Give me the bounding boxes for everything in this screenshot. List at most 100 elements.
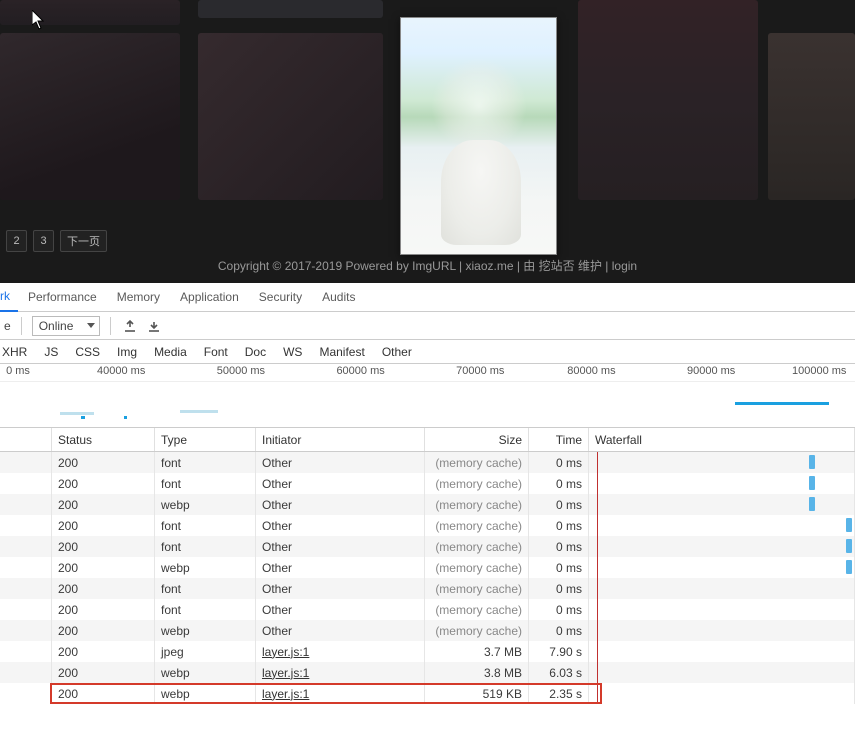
tab-application[interactable]: Application <box>170 283 249 312</box>
initiator-link[interactable]: layer.js:1 <box>262 687 309 701</box>
filter-font[interactable]: Font <box>197 344 235 360</box>
table-row[interactable]: 200jpeglayer.js:13.7 MB7.90 s <box>0 641 855 662</box>
waterfall-load-line <box>597 641 599 662</box>
waterfall-load-line <box>597 557 599 578</box>
table-row[interactable]: 200fontOther(memory cache)0 ms <box>0 452 855 473</box>
initiator-text: Other <box>262 519 292 533</box>
cell-name <box>0 536 52 557</box>
cell-waterfall <box>589 578 855 599</box>
cell-type: font <box>155 536 256 557</box>
table-row[interactable]: 200webpOther(memory cache)0 ms <box>0 557 855 578</box>
table-row[interactable]: 200webplayer.js:1519 KB2.35 s <box>0 683 855 704</box>
cell-type: webp <box>155 557 256 578</box>
waterfall-load-line <box>597 578 599 599</box>
timeline-tick: 80000 ms <box>567 365 615 377</box>
timeline-segment <box>180 410 218 413</box>
cell-time: 0 ms <box>529 620 589 641</box>
filter-js[interactable]: JS <box>37 344 65 360</box>
filter-ws[interactable]: WS <box>276 344 309 360</box>
table-row[interactable]: 200webpOther(memory cache)0 ms <box>0 494 855 515</box>
col-status[interactable]: Status <box>52 428 155 451</box>
filter-doc[interactable]: Doc <box>238 344 273 360</box>
cell-initiator: Other <box>256 557 425 578</box>
waterfall-bar <box>809 497 815 511</box>
tab-network[interactable]: rk <box>0 283 18 312</box>
cell-name <box>0 620 52 641</box>
col-waterfall[interactable]: Waterfall <box>589 428 855 451</box>
export-har-button[interactable] <box>145 317 163 335</box>
image-preview-overlay[interactable] <box>400 17 557 255</box>
waterfall-load-line <box>597 599 599 620</box>
waterfall-load-line <box>597 683 599 704</box>
table-row[interactable]: 200fontOther(memory cache)0 ms <box>0 473 855 494</box>
thumbnail[interactable] <box>198 0 383 18</box>
col-size[interactable]: Size <box>425 428 529 451</box>
tab-performance[interactable]: Performance <box>18 283 107 312</box>
cell-initiator: layer.js:1 <box>256 641 425 662</box>
page-content-area: 2 3 下一页 Copyright © 2017-2019 Powered by… <box>0 0 855 283</box>
tab-memory[interactable]: Memory <box>107 283 170 312</box>
table-row[interactable]: 200fontOther(memory cache)0 ms <box>0 515 855 536</box>
filter-other[interactable]: Other <box>375 344 419 360</box>
cell-type: webp <box>155 494 256 515</box>
cell-status: 200 <box>52 452 155 473</box>
table-row[interactable]: 200fontOther(memory cache)0 ms <box>0 599 855 620</box>
page-2-button[interactable]: 2 <box>6 230 27 252</box>
table-row[interactable]: 200webplayer.js:13.8 MB6.03 s <box>0 662 855 683</box>
cell-status: 200 <box>52 494 155 515</box>
throttling-select[interactable]: Online <box>32 316 101 336</box>
cell-time: 2.35 s <box>529 683 589 704</box>
timeline-chart <box>0 382 855 428</box>
cell-time: 6.03 s <box>529 662 589 683</box>
thumbnail[interactable] <box>0 33 180 200</box>
tab-security[interactable]: Security <box>249 283 312 312</box>
initiator-link[interactable]: layer.js:1 <box>262 645 309 659</box>
cell-size: 3.7 MB <box>425 641 529 662</box>
thumbnail[interactable] <box>768 33 855 200</box>
cell-size: (memory cache) <box>425 536 529 557</box>
next-page-button[interactable]: 下一页 <box>60 230 107 252</box>
filter-manifest[interactable]: Manifest <box>312 344 371 360</box>
table-row[interactable]: 200fontOther(memory cache)0 ms <box>0 536 855 557</box>
initiator-link[interactable]: layer.js:1 <box>262 666 309 680</box>
timeline-segment <box>81 416 84 419</box>
page-3-button[interactable]: 3 <box>33 230 54 252</box>
filter-xhr[interactable]: XHR <box>2 344 34 360</box>
tab-audits[interactable]: Audits <box>312 283 365 312</box>
waterfall-bar <box>846 539 852 553</box>
initiator-text: Other <box>262 582 292 596</box>
thumbnail[interactable] <box>578 0 758 200</box>
cell-waterfall <box>589 683 855 704</box>
filter-media[interactable]: Media <box>147 344 194 360</box>
cell-time: 0 ms <box>529 578 589 599</box>
table-row[interactable]: 200webpOther(memory cache)0 ms <box>0 620 855 641</box>
thumbnail[interactable] <box>198 33 383 200</box>
cell-time: 0 ms <box>529 452 589 473</box>
filter-css[interactable]: CSS <box>68 344 107 360</box>
cell-name <box>0 641 52 662</box>
initiator-text: Other <box>262 624 292 638</box>
timeline-tick: 50000 ms <box>217 365 265 377</box>
col-type[interactable]: Type <box>155 428 256 451</box>
thumbnail[interactable] <box>0 0 180 25</box>
table-row[interactable]: 200fontOther(memory cache)0 ms <box>0 578 855 599</box>
col-name[interactable] <box>0 428 52 451</box>
cell-waterfall <box>589 641 855 662</box>
cell-initiator: Other <box>256 578 425 599</box>
col-time[interactable]: Time <box>529 428 589 451</box>
col-initiator[interactable]: Initiator <box>256 428 425 451</box>
waterfall-bar <box>846 518 852 532</box>
cell-type: webp <box>155 683 256 704</box>
cell-waterfall <box>589 536 855 557</box>
import-har-button[interactable] <box>121 317 139 335</box>
cell-size: (memory cache) <box>425 557 529 578</box>
cell-name <box>0 683 52 704</box>
filter-img[interactable]: Img <box>110 344 144 360</box>
timeline-tick: 40000 ms <box>97 365 145 377</box>
timeline-overview[interactable]: 0 ms40000 ms50000 ms60000 ms70000 ms8000… <box>0 364 855 428</box>
cell-status: 200 <box>52 620 155 641</box>
waterfall-bar <box>846 560 852 574</box>
cell-type: jpeg <box>155 641 256 662</box>
waterfall-load-line <box>597 515 599 536</box>
pagination: 2 3 下一页 <box>6 230 107 252</box>
